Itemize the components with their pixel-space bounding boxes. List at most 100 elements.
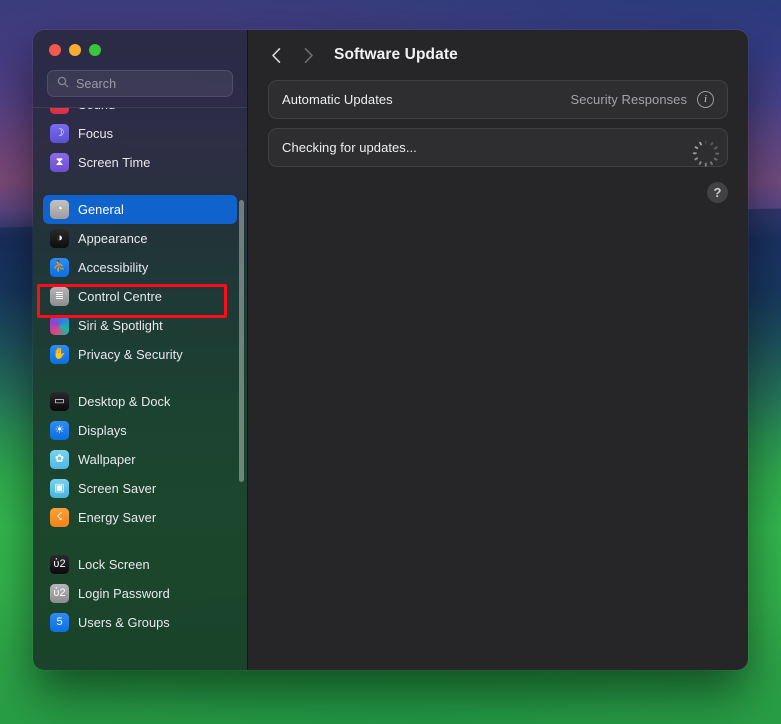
icon-glyph: ⛹	[53, 262, 67, 273]
sidebar-item-appearance[interactable]: ◑ Appearance	[43, 224, 237, 253]
sidebar-group: ὑ2 Lock Screen ὑ2 Login Password ὆5 Users & G…	[33, 550, 247, 637]
settings-row[interactable]: Automatic Updates Security Responses i	[268, 80, 728, 119]
search-field[interactable]: Search	[47, 70, 233, 97]
settings-cards: Automatic Updates Security Responses i Chec…	[248, 80, 748, 167]
sidebar-item-sound[interactable]: ◂ Sound	[43, 108, 237, 119]
sidebar-item-label: Focus	[78, 126, 113, 141]
desktop-background: Search ◂ Sound ☽ Focus ⧗ Screen Time ◔ General ◑…	[0, 0, 781, 724]
sidebar-item-general[interactable]: ◔ General	[43, 195, 237, 224]
sidebar-item-label: Users & Groups	[78, 615, 170, 630]
sidebar-item-label: Appearance	[78, 231, 148, 246]
search-placeholder: Search	[76, 77, 116, 91]
screen-saver-icon: ▣	[50, 479, 69, 498]
maximize-button[interactable]	[89, 44, 101, 56]
icon-glyph: ὑ2	[53, 559, 65, 570]
settings-row-title: Automatic Updates	[282, 92, 393, 107]
sidebar: Search ◂ Sound ☽ Focus ⧗ Screen Time ◔ General ◑…	[33, 30, 248, 670]
sidebar-item-label: Control Centre	[78, 289, 162, 304]
appearance-icon: ◑	[50, 229, 69, 248]
help-button[interactable]: ?	[707, 182, 728, 203]
sidebar-item-login-password[interactable]: ὑ2 Login Password	[43, 579, 237, 608]
sidebar-item-label: Screen Time	[78, 155, 150, 170]
back-button[interactable]	[260, 40, 292, 70]
info-icon[interactable]: i	[697, 91, 714, 108]
sidebar-item-label: Sound	[78, 108, 115, 112]
icon-glyph: ⧗	[56, 157, 64, 168]
system-settings-window: Search ◂ Sound ☽ Focus ⧗ Screen Time ◔ General ◑…	[33, 30, 748, 670]
icon-glyph: ☽	[55, 128, 65, 139]
search-container: Search	[33, 64, 247, 107]
icon-glyph: ▭	[54, 396, 64, 407]
window-controls	[33, 30, 247, 64]
sidebar-item-focus[interactable]: ☽ Focus	[43, 119, 237, 148]
sidebar-item-screen-saver[interactable]: ▣ Screen Saver	[43, 474, 237, 503]
sidebar-item-label: Displays	[78, 423, 127, 438]
icon-glyph: ὑ2	[53, 588, 65, 599]
page-title: Software Update	[334, 46, 458, 64]
users-groups-icon: ὆5	[50, 613, 69, 632]
sidebar-item-label: Wallpaper	[78, 452, 136, 467]
icon-glyph: ◂	[57, 108, 63, 110]
accessibility-icon: ⛹	[50, 258, 69, 277]
minimize-button[interactable]	[69, 44, 81, 56]
icon-glyph: ✋	[53, 349, 67, 360]
sidebar-group: ◂ Sound ☽ Focus ⧗ Screen Time	[33, 108, 247, 177]
privacy-icon: ✋	[50, 345, 69, 364]
siri-icon	[50, 316, 69, 335]
sidebar-item-label: Energy Saver	[78, 510, 156, 525]
icon-glyph: ◑	[56, 233, 63, 244]
icon-glyph: ≣	[55, 291, 64, 302]
sidebar-scroll-area[interactable]: ◂ Sound ☽ Focus ⧗ Screen Time ◔ General ◑ Appeara…	[33, 108, 247, 671]
content-pane: Software Update Automatic Updates Securit…	[248, 30, 748, 670]
login-password-icon: ὑ2	[50, 584, 69, 603]
content-navigation-bar: Software Update	[248, 30, 748, 80]
sidebar-item-privacy-security[interactable]: ✋ Privacy & Security	[43, 340, 237, 369]
sidebar-item-desktop-dock[interactable]: ▭ Desktop & Dock	[43, 387, 237, 416]
sidebar-item-accessibility[interactable]: ⛹ Accessibility	[43, 253, 237, 282]
sidebar-group: ◔ General ◑ Appearance ⛹ Accessibility ≣ Contro…	[33, 195, 247, 369]
wallpaper-icon: ✿	[50, 450, 69, 469]
icon-glyph: ◔	[56, 204, 63, 215]
sidebar-group-separator	[33, 532, 247, 550]
sidebar-item-label: Screen Saver	[78, 481, 156, 496]
control-centre-icon: ≣	[50, 287, 69, 306]
displays-icon: ☀	[50, 421, 69, 440]
spinner-icon	[697, 139, 714, 156]
help-button-container: ?	[707, 182, 728, 203]
screen-time-icon: ⧗	[50, 153, 69, 172]
sidebar-item-label: Desktop & Dock	[78, 394, 170, 409]
settings-row[interactable]: Checking for updates...	[268, 128, 728, 167]
sidebar-item-label: Privacy & Security	[78, 347, 183, 362]
sidebar-list: ◂ Sound ☽ Focus ⧗ Screen Time ◔ General ◑ Appeara…	[33, 108, 247, 637]
sidebar-item-label: Accessibility	[78, 260, 148, 275]
sidebar-item-control-centre[interactable]: ≣ Control Centre	[43, 282, 237, 311]
icon-glyph: ▣	[54, 483, 64, 494]
icon-glyph: ✿	[55, 454, 64, 465]
sidebar-item-users-groups[interactable]: ὆5 Users & Groups	[43, 608, 237, 637]
forward-button[interactable]	[292, 40, 324, 70]
settings-row-value: Security Responses	[570, 92, 687, 107]
sidebar-group: ▭ Desktop & Dock ☀ Displays ✿ Wallpaper ▣ Scree…	[33, 387, 247, 532]
sidebar-item-screen-time[interactable]: ⧗ Screen Time	[43, 148, 237, 177]
sidebar-item-label: Lock Screen	[78, 557, 150, 572]
sidebar-item-lock-screen[interactable]: ὑ2 Lock Screen	[43, 550, 237, 579]
sidebar-item-siri-spotlight[interactable]: Siri & Spotlight	[43, 311, 237, 340]
search-icon	[57, 75, 69, 93]
settings-row-title: Checking for updates...	[282, 140, 417, 155]
sidebar-group-separator	[33, 177, 247, 195]
general-icon: ◔	[50, 200, 69, 219]
close-button[interactable]	[49, 44, 61, 56]
sidebar-item-wallpaper[interactable]: ✿ Wallpaper	[43, 445, 237, 474]
sidebar-item-displays[interactable]: ☀ Displays	[43, 416, 237, 445]
sidebar-scrollbar[interactable]	[239, 200, 244, 482]
sidebar-item-label: Siri & Spotlight	[78, 318, 163, 333]
sound-icon: ◂	[50, 108, 69, 114]
sidebar-group-separator	[33, 369, 247, 387]
sidebar-item-label: General	[78, 202, 124, 217]
sidebar-item-label: Login Password	[78, 586, 170, 601]
sidebar-item-energy-saver[interactable]: ☇ Energy Saver	[43, 503, 237, 532]
icon-glyph: ☇	[56, 512, 62, 523]
desktop-dock-icon: ▭	[50, 392, 69, 411]
energy-saver-icon: ☇	[50, 508, 69, 527]
icon-glyph: ☀	[55, 425, 65, 436]
